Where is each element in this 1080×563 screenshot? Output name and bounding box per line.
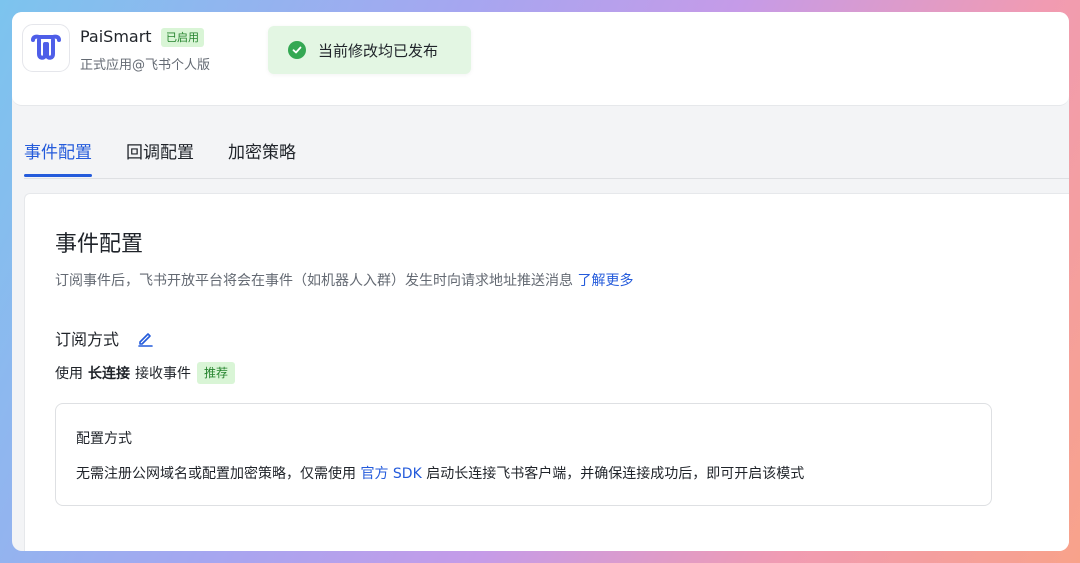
tab-callback-config[interactable]: 回调配置 xyxy=(126,134,194,179)
subscription-title-text: 订阅方式 xyxy=(55,330,120,349)
app-subtitle: 正式应用@飞书个人版 xyxy=(80,58,211,73)
subscription-method: 使用 长连接 接收事件 推荐 xyxy=(55,361,236,385)
app-name: PaiSmart xyxy=(80,27,152,46)
section-description: 订阅事件后，飞书开放平台将会在事件（如机器人入群）发生时向请求地址推送消息 了解… xyxy=(55,270,633,290)
header-strip xyxy=(12,90,1069,106)
learn-more-link[interactable]: 了解更多 xyxy=(577,273,633,289)
subscription-title: 订阅方式 xyxy=(55,326,154,350)
tab-encryption-policy[interactable]: 加密策略 xyxy=(228,134,296,179)
check-circle-icon xyxy=(288,41,306,59)
config-method-title: 配置方式 xyxy=(76,431,132,447)
config-text-after: 启动长连接飞书客户端，并确保连接成功后，即可开启该模式 xyxy=(426,466,805,482)
app-window: PaiSmart 已启用 正式应用@飞书个人版 当前修改均已发布 事件配置 回调… xyxy=(12,12,1069,551)
tabs-divider xyxy=(24,178,1069,179)
app-header: PaiSmart 已启用 正式应用@飞书个人版 当前修改均已发布 xyxy=(12,12,1069,90)
config-method-text: 无需注册公网域名或配置加密策略，仅需使用 官方 SDK 启动长连接飞书客户端，并… xyxy=(76,463,804,483)
config-text-before: 无需注册公网域名或配置加密策略，仅需使用 xyxy=(76,466,356,482)
toast-message: 当前修改均已发布 xyxy=(318,41,439,60)
section-description-text: 订阅事件后，飞书开放平台将会在事件（如机器人入群）发生时向请求地址推送消息 xyxy=(55,273,573,289)
edit-icon[interactable] xyxy=(137,330,154,347)
config-method-box: 配置方式 无需注册公网域名或配置加密策略，仅需使用 官方 SDK 启动长连接飞书… xyxy=(55,403,992,506)
recommend-badge: 推荐 xyxy=(197,362,236,384)
app-logo-icon xyxy=(31,34,61,60)
status-badge: 已启用 xyxy=(161,28,204,47)
tab-bar: 事件配置 回调配置 加密策略 xyxy=(24,134,330,179)
event-config-card: 事件配置 订阅事件后，飞书开放平台将会在事件（如机器人入群）发生时向请求地址推送… xyxy=(24,193,1069,551)
method-suffix: 接收事件 xyxy=(135,366,191,382)
section-title: 事件配置 xyxy=(55,232,144,257)
app-logo xyxy=(22,24,70,72)
tab-event-config[interactable]: 事件配置 xyxy=(24,134,92,179)
method-prefix: 使用 xyxy=(55,366,83,382)
official-sdk-link[interactable]: 官方 SDK xyxy=(360,466,421,482)
method-name: 长连接 xyxy=(88,366,130,382)
success-toast: 当前修改均已发布 xyxy=(268,26,471,74)
